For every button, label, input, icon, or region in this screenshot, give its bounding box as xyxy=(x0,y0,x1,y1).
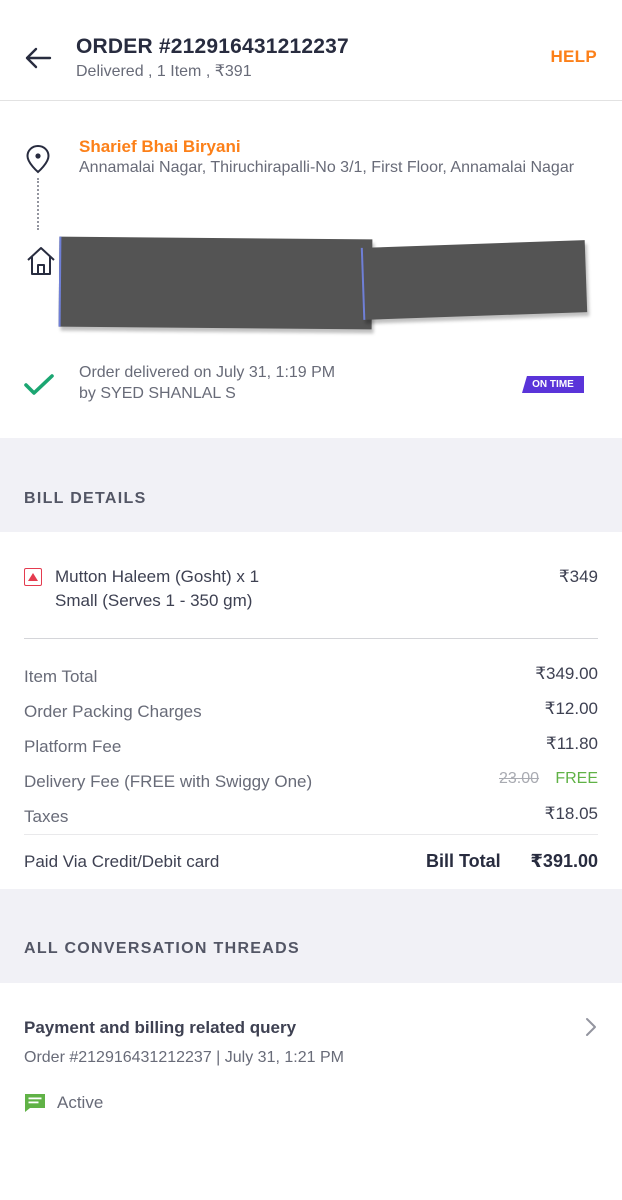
thread-title: Payment and billing related query xyxy=(24,1018,297,1037)
item-total-label: Item Total xyxy=(24,667,98,686)
restaurant-address: Annamalai Nagar, Thiruchirapalli-No 3/1,… xyxy=(79,159,575,176)
thread-subtitle: Order #212916431212237 | July 31, 1:21 P… xyxy=(24,1049,344,1066)
delivery-fee-free: FREE xyxy=(555,770,598,787)
bill-total-label: Bill Total xyxy=(426,851,501,871)
conversation-threads-title: ALL CONVERSATION THREADS xyxy=(24,940,300,957)
item-total-value: ₹349.00 xyxy=(535,664,598,683)
conversation-thread[interactable]: Payment and billing related query Order … xyxy=(0,983,622,1200)
taxes-value: ₹18.05 xyxy=(544,804,598,823)
delivery-route-section: Sharief Bhai Biryani Annamalai Nagar, Th… xyxy=(0,102,622,438)
non-veg-icon xyxy=(24,568,42,586)
divider xyxy=(24,834,598,835)
platform-fee-value: ₹11.80 xyxy=(545,734,598,753)
delivered-status: Order delivered on July 31, 1:19 PM xyxy=(79,364,336,381)
platform-fee-label: Platform Fee xyxy=(24,737,122,756)
item-price: ₹349 xyxy=(558,567,598,586)
order-header: ORDER #212916431212237 Delivered , 1 Ite… xyxy=(0,0,622,101)
packing-charges-value: ₹12.00 xyxy=(544,699,598,718)
redaction-block xyxy=(58,236,373,330)
bill-total-value: ₹391.00 xyxy=(530,851,598,871)
on-time-badge: ON TIME xyxy=(522,376,584,393)
bill-details-header: BILL DETAILS xyxy=(0,438,622,532)
conversation-threads-header: ALL CONVERSATION THREADS xyxy=(0,889,622,983)
order-title: ORDER #212916431212237 xyxy=(76,35,349,58)
packing-charges-label: Order Packing Charges xyxy=(24,702,202,721)
thread-status: Active xyxy=(57,1093,104,1112)
payment-method: Paid Via Credit/Debit card xyxy=(24,852,220,871)
taxes-label: Taxes xyxy=(24,807,69,826)
chat-message-icon xyxy=(24,1093,46,1113)
arrow-left-icon xyxy=(25,47,52,69)
chevron-right-icon[interactable] xyxy=(583,1017,599,1037)
redaction-block xyxy=(360,240,588,320)
checkmark-icon xyxy=(22,371,56,399)
restaurant-name: Sharief Bhai Biryani xyxy=(79,137,241,156)
route-connector xyxy=(37,178,39,230)
help-button[interactable]: HELP xyxy=(550,47,597,67)
divider xyxy=(24,638,598,639)
item-variant: Small (Serves 1 - 350 gm) xyxy=(55,591,253,610)
back-button[interactable] xyxy=(22,42,54,74)
item-name: Mutton Haleem (Gosht) x 1 xyxy=(55,567,260,586)
delivery-fee-label: Delivery Fee (FREE with Swiggy One) xyxy=(24,772,313,791)
bill-details: Mutton Haleem (Gosht) x 1 Small (Serves … xyxy=(0,532,622,889)
location-pin-icon xyxy=(24,144,52,174)
order-subtitle: Delivered , 1 Item , ₹391 xyxy=(76,63,252,80)
bill-details-title: BILL DETAILS xyxy=(24,490,147,507)
delivered-by: by SYED SHANLAL S xyxy=(79,385,236,402)
home-icon xyxy=(25,245,57,277)
delivery-fee-original: 23.00 xyxy=(499,770,540,787)
